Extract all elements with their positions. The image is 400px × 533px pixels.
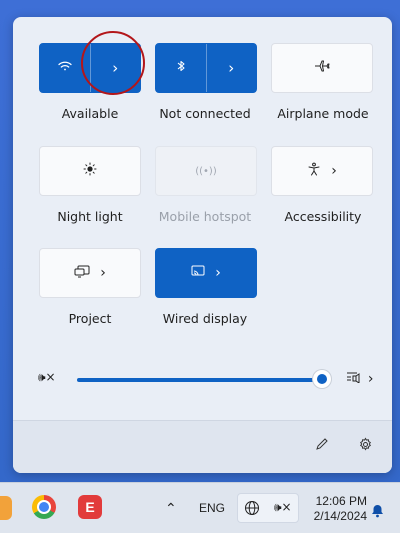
accessibility-tile[interactable]: › bbox=[271, 146, 373, 196]
speaker-muted-icon[interactable]: 🕪︎× bbox=[38, 370, 56, 385]
clock[interactable]: 12:06 PM 2/14/2024 bbox=[303, 494, 367, 524]
hotspot-icon: ((•)) bbox=[195, 165, 217, 177]
show-hidden-icons-button[interactable]: ⌃ bbox=[165, 500, 177, 517]
wifi-toggle[interactable] bbox=[40, 44, 90, 92]
wifi-icon bbox=[57, 60, 73, 76]
project-tile[interactable]: › bbox=[39, 248, 141, 298]
panel-footer bbox=[13, 420, 392, 473]
chevron-right-icon: › bbox=[215, 265, 221, 281]
pencil-icon bbox=[315, 437, 329, 455]
wifi-expand-button[interactable]: › bbox=[91, 44, 141, 92]
audio-mixer-icon bbox=[346, 372, 368, 386]
settings-button[interactable] bbox=[358, 437, 373, 456]
wired-display-tile[interactable]: › bbox=[155, 248, 257, 298]
clock-date: 2/14/2024 bbox=[313, 509, 367, 523]
quick-settings-panel: › Available › Not connected Airplane mod… bbox=[13, 17, 392, 473]
airplane-mode-tile[interactable] bbox=[271, 43, 373, 93]
accessibility-label: Accessibility bbox=[284, 209, 362, 224]
volume-slider-track[interactable] bbox=[77, 378, 322, 382]
audio-output-button[interactable]: › bbox=[346, 369, 373, 387]
accessibility-icon bbox=[307, 162, 321, 180]
system-tray-button[interactable]: 🕪︎× bbox=[237, 493, 299, 523]
wifi-tile[interactable]: › bbox=[39, 43, 141, 93]
app-icon-partial[interactable] bbox=[0, 496, 12, 520]
mobile-hotspot-tile[interactable]: ((•)) bbox=[155, 146, 257, 196]
gear-icon bbox=[358, 437, 373, 456]
project-label: Project bbox=[68, 311, 112, 326]
chevron-right-icon: › bbox=[112, 59, 119, 77]
chevron-right-icon: › bbox=[100, 265, 106, 281]
project-icon bbox=[74, 265, 90, 282]
volume-slider-thumb[interactable] bbox=[313, 370, 331, 388]
airplane-mode-label: Airplane mode bbox=[277, 106, 369, 121]
wifi-label: Available bbox=[61, 106, 119, 121]
chevron-right-icon: › bbox=[331, 163, 337, 179]
airplane-icon bbox=[314, 59, 330, 77]
cast-icon bbox=[191, 265, 205, 281]
speaker-muted-icon: 🕪︎× bbox=[274, 500, 292, 514]
bluetooth-label: Not connected bbox=[159, 106, 251, 121]
chevron-right-icon: › bbox=[367, 371, 374, 387]
night-light-tile[interactable] bbox=[39, 146, 141, 196]
globe-icon bbox=[244, 500, 260, 520]
mobile-hotspot-label: Mobile hotspot bbox=[158, 209, 252, 224]
bluetooth-tile[interactable]: › bbox=[155, 43, 257, 93]
bluetooth-icon bbox=[176, 59, 186, 77]
bluetooth-expand-button[interactable]: › bbox=[207, 44, 257, 92]
night-light-label: Night light bbox=[57, 209, 123, 224]
bell-icon[interactable] bbox=[371, 503, 384, 522]
wired-display-label: Wired display bbox=[162, 311, 248, 326]
chrome-icon[interactable] bbox=[32, 495, 56, 519]
language-indicator[interactable]: ENG bbox=[199, 501, 225, 515]
bluetooth-toggle[interactable] bbox=[156, 44, 206, 92]
edit-button[interactable] bbox=[315, 437, 329, 455]
clock-time: 12:06 PM bbox=[315, 494, 367, 508]
brightness-icon bbox=[83, 162, 97, 180]
chevron-right-icon: › bbox=[228, 59, 235, 77]
app-e-icon[interactable]: E bbox=[78, 495, 102, 519]
